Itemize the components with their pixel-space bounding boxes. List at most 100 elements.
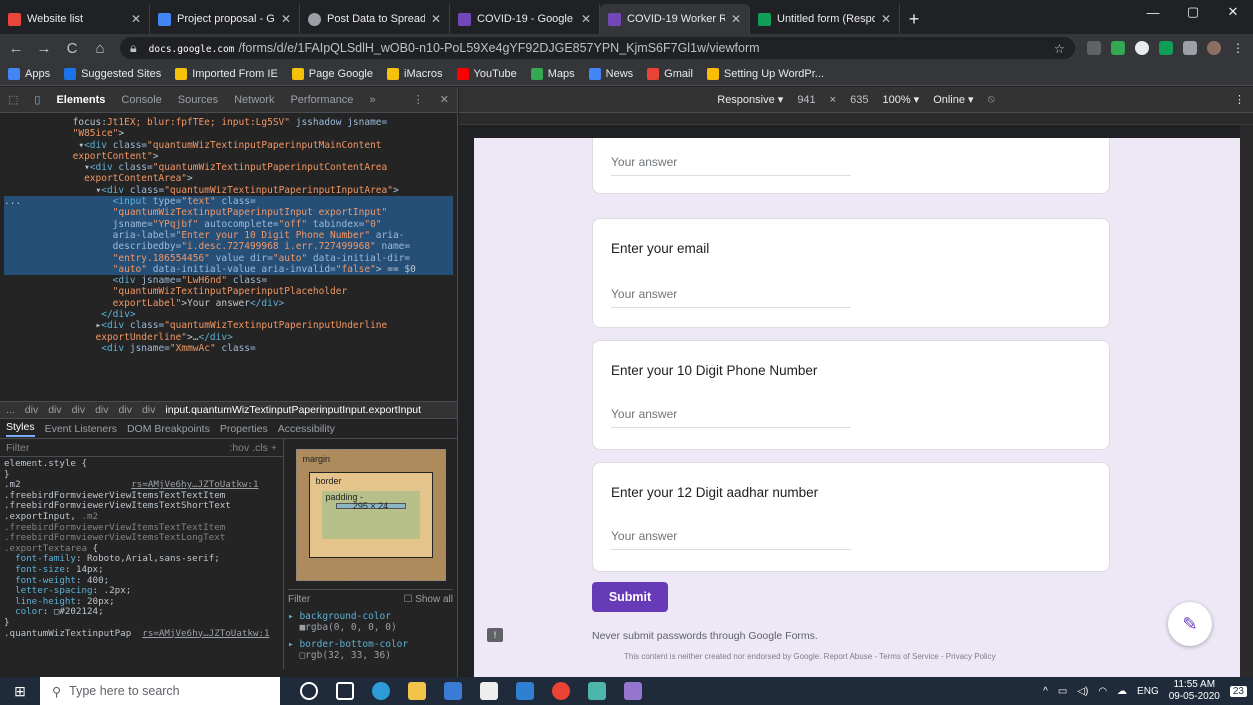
task-view-icon[interactable] [336,682,354,700]
bookmark-folder-imported[interactable]: Imported From IE [175,67,278,80]
menu-icon[interactable]: ⋮ [1231,41,1245,55]
extension-icon[interactable] [1135,41,1149,55]
bookmark-wordpress[interactable]: Setting Up WordPr... [706,67,824,80]
crumb-item[interactable]: div [95,404,108,416]
app-icon[interactable] [624,682,642,700]
email-field[interactable]: Your answer [611,287,851,308]
zoom-select[interactable]: 100% ▾ [882,93,919,106]
styles-filter-actions[interactable]: :hov .cls + [229,442,277,454]
device-select[interactable]: Responsive ▾ [717,93,783,106]
device-toggle-icon[interactable]: ▯ [34,93,40,106]
computed-row[interactable]: ▸ border-bottom-color □rgb(32, 33, 36) [288,639,453,661]
tab-elements[interactable]: Elements [56,94,105,106]
phone-field[interactable]: Your answer [611,407,851,428]
crumb-item[interactable]: div [72,404,85,416]
extension-icon[interactable] [1159,41,1173,55]
extension-icon[interactable] [1183,41,1197,55]
file-explorer-icon[interactable] [408,682,426,700]
mail-icon[interactable] [444,682,462,700]
network-throttle-select[interactable]: Online ▾ [933,93,973,106]
close-tab-icon[interactable]: ✕ [731,12,741,26]
browser-tab[interactable]: Post Data to Spread.html ✕ [300,4,450,34]
notification-icon[interactable]: 23 [1229,685,1247,697]
close-tab-icon[interactable]: ✕ [581,12,591,26]
close-window-icon[interactable]: ✕ [1213,0,1253,24]
edge-icon[interactable] [372,682,390,700]
store-icon[interactable] [480,682,498,700]
tab-properties[interactable]: Properties [220,423,268,435]
close-tab-icon[interactable]: ✕ [431,12,441,26]
back-icon[interactable]: ← [8,40,24,57]
close-tab-icon[interactable]: ✕ [881,12,891,26]
browser-tab[interactable]: COVID-19 - Google Forms ✕ [450,4,600,34]
computed-row[interactable]: ▸ background-color ■rgba(0, 0, 0, 0) [288,611,453,633]
crumb-item[interactable]: div [142,404,155,416]
viewport-resize-handle[interactable] [1240,125,1253,677]
language-indicator[interactable]: ENG [1137,686,1159,697]
show-all-checkbox[interactable]: ☐ Show all [403,594,453,605]
edit-pencil-icon[interactable]: ✎ [1168,602,1212,646]
crumb-item-selected[interactable]: input.quantumWizTextinputPaperinputInput… [165,404,421,416]
tab-sources[interactable]: Sources [178,94,218,106]
tab-accessibility[interactable]: Accessibility [278,423,335,435]
more-tabs-button[interactable]: » [369,94,375,106]
bookmark-apps[interactable]: Apps [8,67,50,80]
onedrive-icon[interactable]: ☁ [1117,686,1127,697]
device-toolbar-menu-icon[interactable]: ⋮ [1234,93,1245,106]
tab-styles[interactable]: Styles [6,421,35,437]
devtools-close-icon[interactable]: ✕ [440,93,449,106]
clock[interactable]: 11:55 AM 09-05-2020 [1169,679,1220,703]
bookmark-folder-page-google[interactable]: Page Google [291,67,373,80]
url-input[interactable]: 🔒︎ docs.google.com/forms/d/e/1FAIpQLSdlH… [120,37,1075,59]
browser-tab[interactable]: Project proposal - Google Do ✕ [150,4,300,34]
browser-tab[interactable]: Website list ✕ [0,4,150,34]
css-rules[interactable]: element.style { } .m2 rs=AMjVe6hy…JZToUa… [0,457,284,669]
crumb-item[interactable]: div [48,404,61,416]
bookmark-news[interactable]: News [588,67,633,80]
bookmark-maps[interactable]: Maps [530,67,575,80]
windows-start-icon[interactable]: ⊞ [0,683,40,700]
crumb-item[interactable]: div [119,404,132,416]
new-tab-button[interactable]: + [900,4,928,34]
crumb-item[interactable]: div [25,404,38,416]
browser-tab[interactable]: Untitled form (Responses) - (✕ [750,4,900,34]
vscode-icon[interactable] [516,682,534,700]
close-tab-icon[interactable]: ✕ [131,12,141,26]
extension-icon[interactable] [1111,41,1125,55]
forward-icon[interactable]: → [36,40,52,57]
chrome-icon[interactable] [552,682,570,700]
computed-filter-input[interactable]: Filter [288,594,310,605]
bookmark-suggested-sites[interactable]: Suggested Sites [64,67,161,80]
inspect-icon[interactable]: ⬚ [8,93,18,106]
maximize-icon[interactable]: ▢ [1173,0,1213,24]
tab-console[interactable]: Console [121,94,161,106]
crumb-item[interactable]: ... [6,404,15,416]
cortana-icon[interactable] [300,682,318,700]
tab-performance[interactable]: Performance [290,94,353,106]
feedback-icon[interactable]: ! [487,628,503,642]
bookmark-youtube[interactable]: YouTube [456,67,517,80]
viewport-width-input[interactable]: 941 [797,94,815,106]
extension-icon[interactable] [1087,41,1101,55]
styles-filter-input[interactable]: Filter [6,442,29,454]
submit-button[interactable]: Submit [592,582,668,612]
battery-icon[interactable]: ▭ [1058,686,1067,697]
minimize-icon[interactable]: — [1133,0,1173,24]
tab-dom-breakpoints[interactable]: DOM Breakpoints [127,423,210,435]
volume-icon[interactable]: ◁) [1077,686,1088,697]
bookmark-gmail[interactable]: Gmail [647,67,693,80]
dom-tree[interactable]: focus:Jt1EX; blur:fpfTEe; input:Lg5SV" j… [0,113,457,401]
answer-input[interactable]: Your answer [611,155,851,176]
browser-tab-active[interactable]: COVID-19 Worker Relief ✕ [600,4,750,34]
rotate-icon[interactable]: ⦸ [988,93,995,106]
bookmark-folder-imacros[interactable]: iMacros [387,67,443,80]
devtools-menu-icon[interactable]: ⋮ [413,93,424,106]
tab-event-listeners[interactable]: Event Listeners [45,423,117,435]
profile-avatar-icon[interactable] [1207,41,1221,55]
tray-up-arrow-icon[interactable]: ^ [1043,686,1048,697]
viewport-height-input[interactable]: 635 [850,94,868,106]
reload-icon[interactable]: C [64,40,80,57]
app-icon[interactable] [588,682,606,700]
home-icon[interactable]: ⌂ [92,40,108,57]
wifi-icon[interactable]: ◠ [1098,686,1107,697]
